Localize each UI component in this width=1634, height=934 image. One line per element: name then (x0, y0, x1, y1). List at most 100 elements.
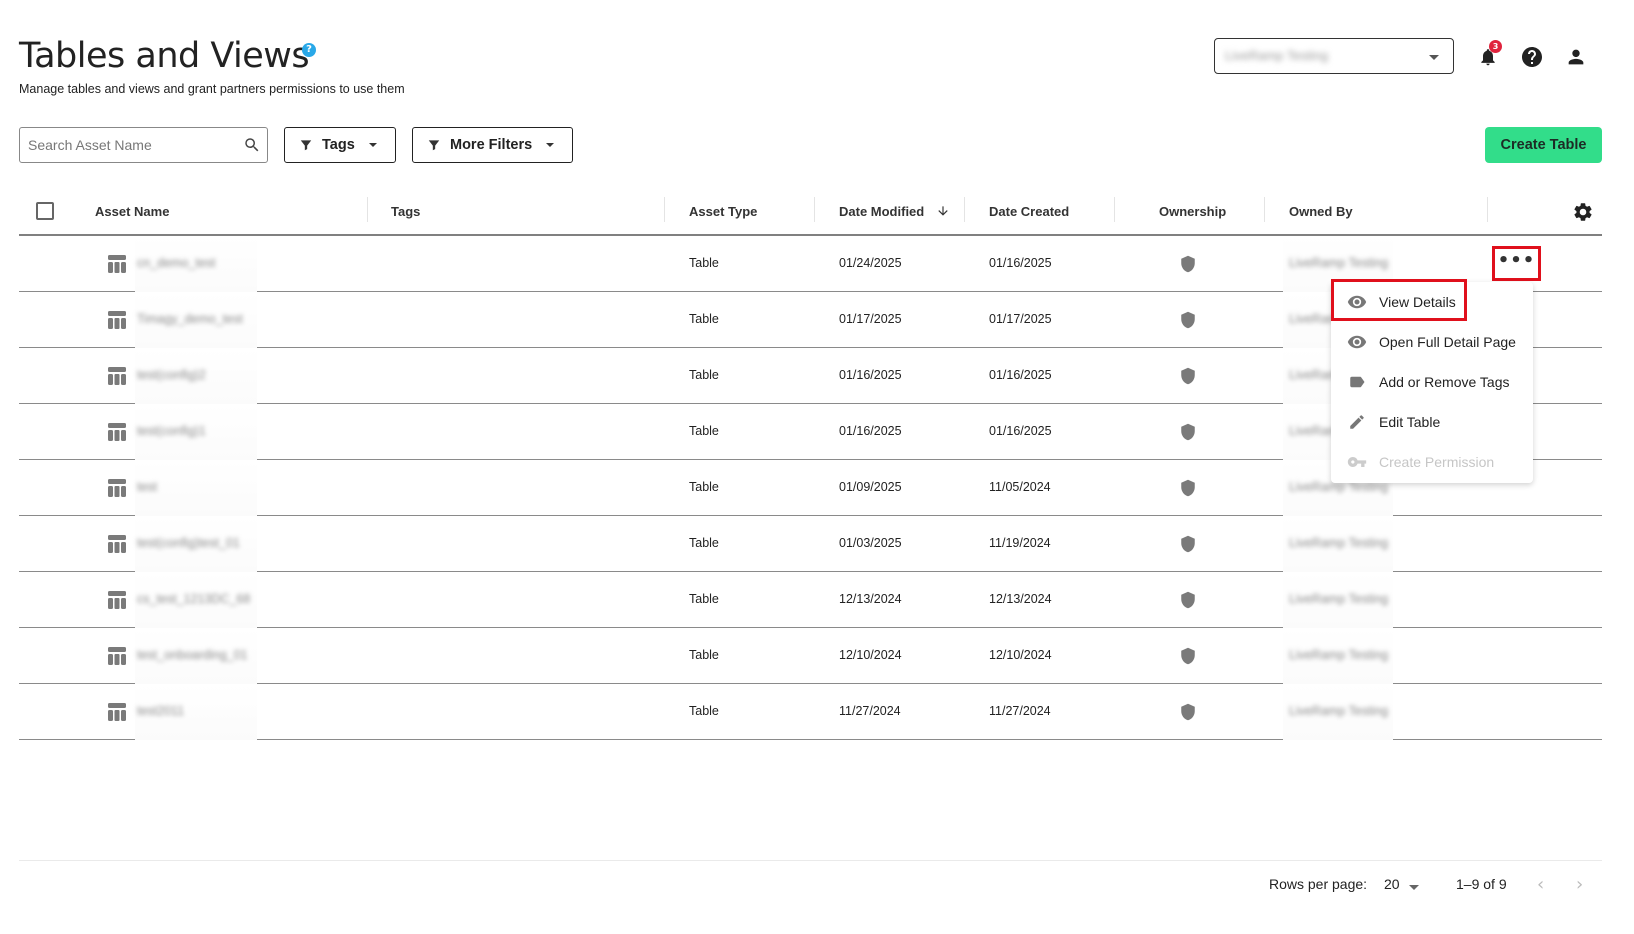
date-modified: 11/27/2024 (839, 704, 901, 718)
column-divider[interactable] (664, 197, 665, 222)
help-circle-icon (1522, 47, 1542, 67)
column-header-owned-by[interactable]: Owned By (1289, 188, 1353, 234)
column-divider[interactable] (1114, 197, 1115, 222)
more-filters-label: More Filters (450, 137, 533, 153)
next-page-button[interactable]: › (1576, 874, 1583, 895)
column-header-tags[interactable]: Tags (391, 188, 420, 234)
create-table-button[interactable]: Create Table (1485, 127, 1602, 163)
column-header-ownership[interactable]: Ownership (1159, 188, 1226, 234)
date-modified: 12/10/2024 (839, 648, 902, 662)
asset-name[interactable]: test2011 (137, 684, 184, 738)
asset-name[interactable]: Timagy_demo_test (137, 292, 243, 346)
column-header-date-created[interactable]: Date Created (989, 188, 1069, 234)
menu-item-label: Open Full Detail Page (1379, 334, 1516, 350)
owned-by: LiveRamp Testing (1289, 648, 1389, 662)
date-modified: 01/03/2025 (839, 536, 902, 550)
date-created: 11/05/2024 (989, 480, 1051, 494)
asset-type: Table (689, 312, 719, 326)
owned-by: LiveRamp Testing (1289, 536, 1389, 550)
more-filters-button[interactable]: More Filters (412, 127, 573, 163)
shield-icon (1179, 646, 1197, 670)
tag-icon (1350, 376, 1365, 388)
column-header-asset-name[interactable]: Asset Name (95, 188, 169, 234)
search-icon[interactable] (243, 136, 261, 154)
column-divider[interactable] (1487, 197, 1488, 222)
asset-name[interactable]: cs_test_1213DC_68 (137, 572, 250, 626)
shield-icon (1179, 310, 1197, 334)
table-header: Asset Name Tags Asset Type Date Modified… (19, 188, 1602, 236)
asset-name[interactable]: test_onboarding_01 (137, 628, 248, 682)
search-field[interactable] (19, 127, 268, 163)
table-icon (107, 422, 127, 446)
column-header-date-modified[interactable]: Date Modified (839, 188, 950, 234)
asset-name[interactable]: test (137, 460, 157, 514)
row-actions-menu: View Details Open Full Detail Page Add o… (1331, 282, 1533, 483)
shield-icon (1179, 478, 1197, 502)
filter-icon (428, 140, 440, 151)
filter-icon (300, 140, 312, 151)
column-header-asset-type[interactable]: Asset Type (689, 188, 757, 234)
notifications-button[interactable]: 3 (1473, 40, 1503, 72)
table-icon (107, 646, 127, 670)
asset-type: Table (689, 480, 719, 494)
menu-item-view-details[interactable]: View Details (1331, 282, 1533, 322)
menu-item-edit-table[interactable]: Edit Table (1331, 402, 1533, 442)
help-button[interactable] (1517, 42, 1547, 72)
column-divider[interactable] (367, 197, 368, 222)
rows-per-page-select[interactable]: 20 (1384, 876, 1400, 892)
column-divider[interactable] (814, 197, 815, 222)
select-all-checkbox[interactable] (36, 202, 54, 220)
row-actions-button[interactable]: ••• (1492, 246, 1541, 281)
shield-icon (1179, 702, 1197, 726)
more-horizontal-icon: ••• (1497, 249, 1536, 271)
pagination-range: 1–9 of 9 (1456, 876, 1507, 892)
asset-name[interactable]: test(config)1 (137, 404, 206, 458)
date-modified: 01/17/2025 (839, 312, 902, 326)
chevron-down-icon (1429, 55, 1439, 60)
date-modified: 01/16/2025 (839, 424, 902, 438)
column-divider[interactable] (1264, 197, 1265, 222)
asset-type: Table (689, 536, 719, 550)
asset-name[interactable]: test(config)test_01 (137, 516, 240, 570)
previous-page-button[interactable]: ‹ (1537, 874, 1544, 895)
date-created: 12/13/2024 (989, 592, 1052, 606)
gear-icon[interactable] (1572, 201, 1594, 223)
asset-name[interactable]: cn_demo_test (137, 236, 216, 290)
table-icon (107, 534, 127, 558)
chevron-down-icon[interactable] (1409, 885, 1419, 890)
pencil-icon (1350, 415, 1364, 429)
tags-filter-label: Tags (322, 137, 355, 153)
menu-item-label: View Details (1379, 294, 1456, 310)
table-row[interactable]: test_onboarding_01 Table 12/10/2024 12/10/2… (19, 628, 1602, 684)
chevron-down-icon (546, 143, 555, 147)
search-input[interactable] (20, 128, 235, 162)
shield-icon (1179, 590, 1197, 614)
tags-filter-button[interactable]: Tags (284, 127, 396, 163)
date-created: 11/27/2024 (989, 704, 1051, 718)
date-created: 11/19/2024 (989, 536, 1051, 550)
date-modified: 01/09/2025 (839, 480, 902, 494)
eye-icon (1347, 295, 1367, 309)
rows-per-page-label: Rows per page: (1269, 876, 1368, 892)
table-row[interactable]: test2011 Table 11/27/2024 11/27/2024 LiveRam… (19, 684, 1602, 740)
menu-item-add-remove-tags[interactable]: Add or Remove Tags (1331, 362, 1533, 402)
table-row[interactable]: test(config)test_01 Table 01/03/2025 11/19/… (19, 516, 1602, 572)
owned-by: LiveRamp Testing (1289, 704, 1389, 718)
organization-select[interactable]: LiveRamp Testing (1214, 38, 1454, 74)
account-button[interactable] (1561, 42, 1591, 72)
table-row[interactable]: cs_test_1213DC_68 Table 12/13/2024 12/13/20… (19, 572, 1602, 628)
notification-count-badge: 3 (1489, 40, 1502, 53)
asset-type: Table (689, 256, 719, 270)
date-created: 01/17/2025 (989, 312, 1052, 326)
shield-icon (1179, 254, 1197, 278)
date-created: 01/16/2025 (989, 256, 1052, 270)
menu-item-open-full-detail-page[interactable]: Open Full Detail Page (1331, 322, 1533, 362)
asset-type: Table (689, 368, 719, 382)
sort-descending-icon[interactable] (936, 204, 950, 218)
date-modified: 12/13/2024 (839, 592, 902, 606)
column-divider[interactable] (964, 197, 965, 222)
date-created: 01/16/2025 (989, 424, 1052, 438)
menu-item-label: Add or Remove Tags (1379, 374, 1510, 390)
help-info-icon[interactable]: ? (302, 43, 316, 57)
asset-name[interactable]: test(config)2 (137, 348, 206, 402)
